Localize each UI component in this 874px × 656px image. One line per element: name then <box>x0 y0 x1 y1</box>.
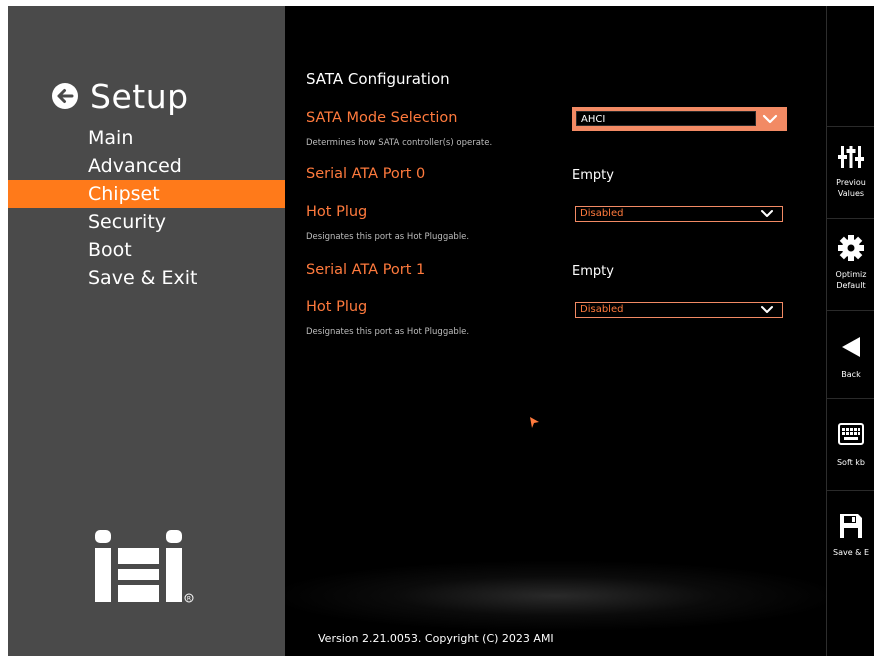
toolbar-divider <box>827 398 874 399</box>
toolbar-divider <box>827 218 874 219</box>
port1-label: Serial ATA Port 1 <box>306 262 426 278</box>
previous-values-label: Previou Values <box>827 177 874 199</box>
previous-values-button[interactable]: Previou Values <box>827 128 874 216</box>
sata-mode-label: SATA Mode Selection <box>306 110 458 126</box>
iei-logo-graphic: R <box>95 530 194 603</box>
menu-item-main[interactable]: Main <box>8 124 285 152</box>
soft-keyboard-label: Soft kb <box>827 457 874 468</box>
optimized-defaults-button[interactable]: Optimiz Default <box>827 220 874 308</box>
port0-label: Serial ATA Port 0 <box>306 166 426 182</box>
chevron-down-icon <box>762 114 778 124</box>
bios-screen: Setup Main Advanced Chipset Security Boo… <box>8 6 874 656</box>
svg-text:R: R <box>187 596 191 603</box>
toolbar-divider <box>827 126 874 127</box>
menu-item-save-exit[interactable]: Save & Exit <box>8 264 285 292</box>
hot-plug-1-value: Disabled <box>580 304 624 315</box>
main-content: SATA Configuration SATA Mode Selection A… <box>275 6 835 656</box>
section-title: SATA Configuration <box>306 70 450 88</box>
save-exit-button[interactable]: Save & E <box>827 498 874 586</box>
right-toolbar: Previou Values Optimiz Default Back Soft… <box>826 6 874 656</box>
version-footer: Version 2.21.0053. Copyright (C) 2023 AM… <box>318 632 554 645</box>
floor-glow <box>275 561 835 631</box>
port0-value: Empty <box>572 168 614 183</box>
floppy-icon <box>840 514 862 538</box>
keyboard-icon <box>838 423 864 445</box>
save-exit-label: Save & E <box>827 547 874 558</box>
sata-mode-help: Determines how SATA controller(s) operat… <box>306 138 493 148</box>
optimized-defaults-label: Optimiz Default <box>827 269 874 291</box>
back-label: Back <box>827 369 874 380</box>
save-exit-line1: Save & E <box>832 548 869 557</box>
hot-plug-0-label: Hot Plug <box>306 204 368 220</box>
hot-plug-0-value: Disabled <box>580 208 624 219</box>
hot-plug-0-dropdown[interactable]: Disabled <box>575 206 783 222</box>
previous-values-line1: Previou <box>836 178 866 187</box>
iei-logo: R <box>95 528 195 612</box>
optimized-defaults-line2: Default <box>836 281 866 290</box>
mouse-cursor-icon <box>530 417 539 428</box>
left-panel: Setup Main Advanced Chipset Security Boo… <box>8 6 285 656</box>
main-menu: Main Advanced Chipset Security Boot Save… <box>8 124 285 292</box>
soft-keyboard-button[interactable]: Soft kb <box>827 408 874 496</box>
chevron-down-icon <box>761 210 773 217</box>
sata-mode-value: AHCI <box>576 111 756 126</box>
gear-icon <box>838 235 864 261</box>
port1-value: Empty <box>572 264 614 279</box>
toolbar-divider <box>827 310 874 311</box>
sata-mode-dropdown[interactable]: AHCI <box>572 107 787 131</box>
back-triangle-icon <box>842 337 860 357</box>
menu-item-boot[interactable]: Boot <box>8 236 285 264</box>
back-button[interactable]: Back <box>827 320 874 408</box>
menu-item-advanced[interactable]: Advanced <box>8 152 285 180</box>
soft-keyboard-line1: Soft kb <box>836 458 866 467</box>
chevron-down-icon <box>761 306 773 313</box>
back-line1: Back <box>841 370 861 379</box>
hot-plug-1-help: Designates this port as Hot Pluggable. <box>306 327 470 337</box>
previous-values-line2: Values <box>837 189 865 198</box>
hot-plug-1-label: Hot Plug <box>306 299 368 315</box>
hot-plug-0-help: Designates this port as Hot Pluggable. <box>306 232 470 242</box>
menu-item-chipset[interactable]: Chipset <box>8 180 285 208</box>
optimized-defaults-line1: Optimiz <box>835 270 867 279</box>
back-arrow-icon[interactable] <box>52 83 78 109</box>
sliders-icon <box>838 146 864 168</box>
hot-plug-1-dropdown[interactable]: Disabled <box>575 302 783 318</box>
toolbar-divider <box>827 490 874 491</box>
page-title: Setup <box>90 76 189 116</box>
menu-item-security[interactable]: Security <box>8 208 285 236</box>
setup-header[interactable]: Setup <box>52 76 189 116</box>
